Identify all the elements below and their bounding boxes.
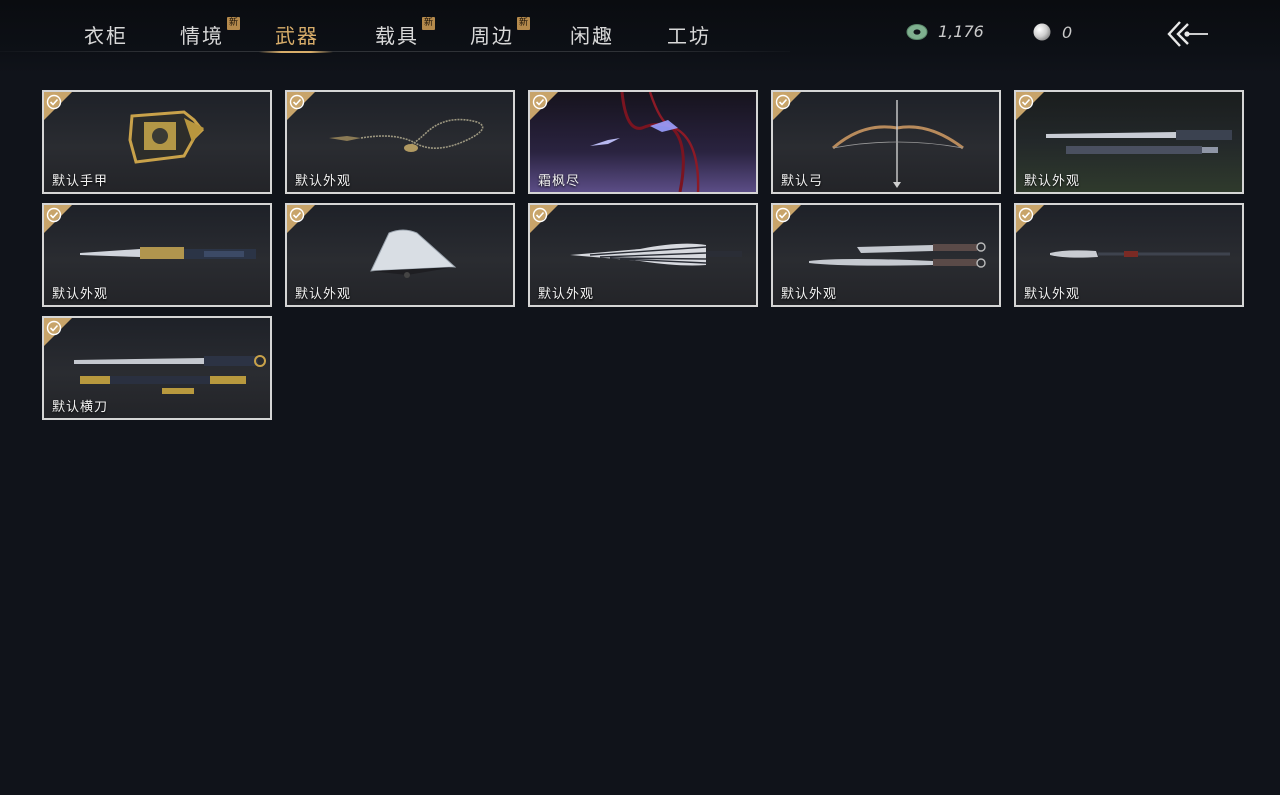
weapon-card-frost-maple[interactable]: 霜枫尽 [528,90,758,194]
tab-scene[interactable]: 情境 新 [180,17,240,52]
weapon-card-sword[interactable]: 默认外观 [1014,90,1244,194]
new-badge: 新 [422,17,435,30]
item-label: 默认外观 [1024,174,1081,189]
tab-label: 武器 [275,24,319,48]
weapon-card-hengdao[interactable]: 默认横刀 [42,316,272,420]
item-label: 默认外观 [295,287,352,302]
item-label: 默认外观 [52,287,109,302]
jade-currency: 1,176 [906,22,984,41]
item-label: 霜枫尽 [538,174,581,189]
check-icon [1018,207,1034,223]
weapon-card-umbrella[interactable]: 默认外观 [528,203,758,307]
check-icon [1018,94,1034,110]
check-icon [46,207,62,223]
item-label: 默认外观 [1024,287,1081,302]
tab-label: 衣柜 [84,24,128,48]
tab-label: 周边 [470,24,514,48]
tab-wardrobe[interactable]: 衣柜 [84,20,128,52]
tab-mounts[interactable]: 载具 新 [375,17,435,52]
check-icon [532,207,548,223]
tab-label: 情境 [180,24,224,48]
tab-label: 载具 [375,24,419,48]
check-icon [532,94,548,110]
new-badge: 新 [227,17,240,30]
tab-weapons[interactable]: 武器 [259,20,333,53]
back-arrow-icon [1167,21,1208,47]
check-icon [289,94,305,110]
item-label: 默认外观 [781,287,838,302]
jade-amount: 1,176 [938,22,984,41]
check-icon [46,94,62,110]
item-label: 默认横刀 [52,400,109,415]
check-icon [775,94,791,110]
weapon-card-fan[interactable]: 默认外观 [285,203,515,307]
weapon-card-twin-sabres[interactable]: 默认外观 [771,203,1001,307]
active-tab-indicator [259,51,333,53]
weapon-card-gauntlet[interactable]: 默认手甲 [42,90,272,194]
item-label: 默认外观 [538,287,595,302]
tab-label: 闲趣 [570,24,614,48]
tab-workshop[interactable]: 工坊 [667,20,711,52]
weapon-card-spear[interactable]: 默认外观 [1014,203,1244,307]
item-label: 默认手甲 [52,174,109,189]
jade-coin-icon [906,23,928,40]
back-button[interactable] [1166,18,1210,50]
pearl-icon [1033,23,1051,41]
tab-label: 工坊 [667,24,711,48]
pearl-currency: 0 [1032,22,1072,42]
tab-leisure[interactable]: 闲趣 [570,20,614,52]
check-icon [775,207,791,223]
pearl-amount: 0 [1062,22,1073,42]
item-label: 默认弓 [781,174,824,189]
tab-peripherals[interactable]: 周边 新 [470,17,530,52]
new-badge: 新 [517,17,530,30]
weapon-card-rope-dart[interactable]: 默认外观 [285,90,515,194]
check-icon [46,320,62,336]
item-label: 默认外观 [295,174,352,189]
weapon-card-bow[interactable]: 默认弓 [771,90,1001,194]
weapon-card-dagger[interactable]: 默认外观 [42,203,272,307]
check-icon [289,207,305,223]
